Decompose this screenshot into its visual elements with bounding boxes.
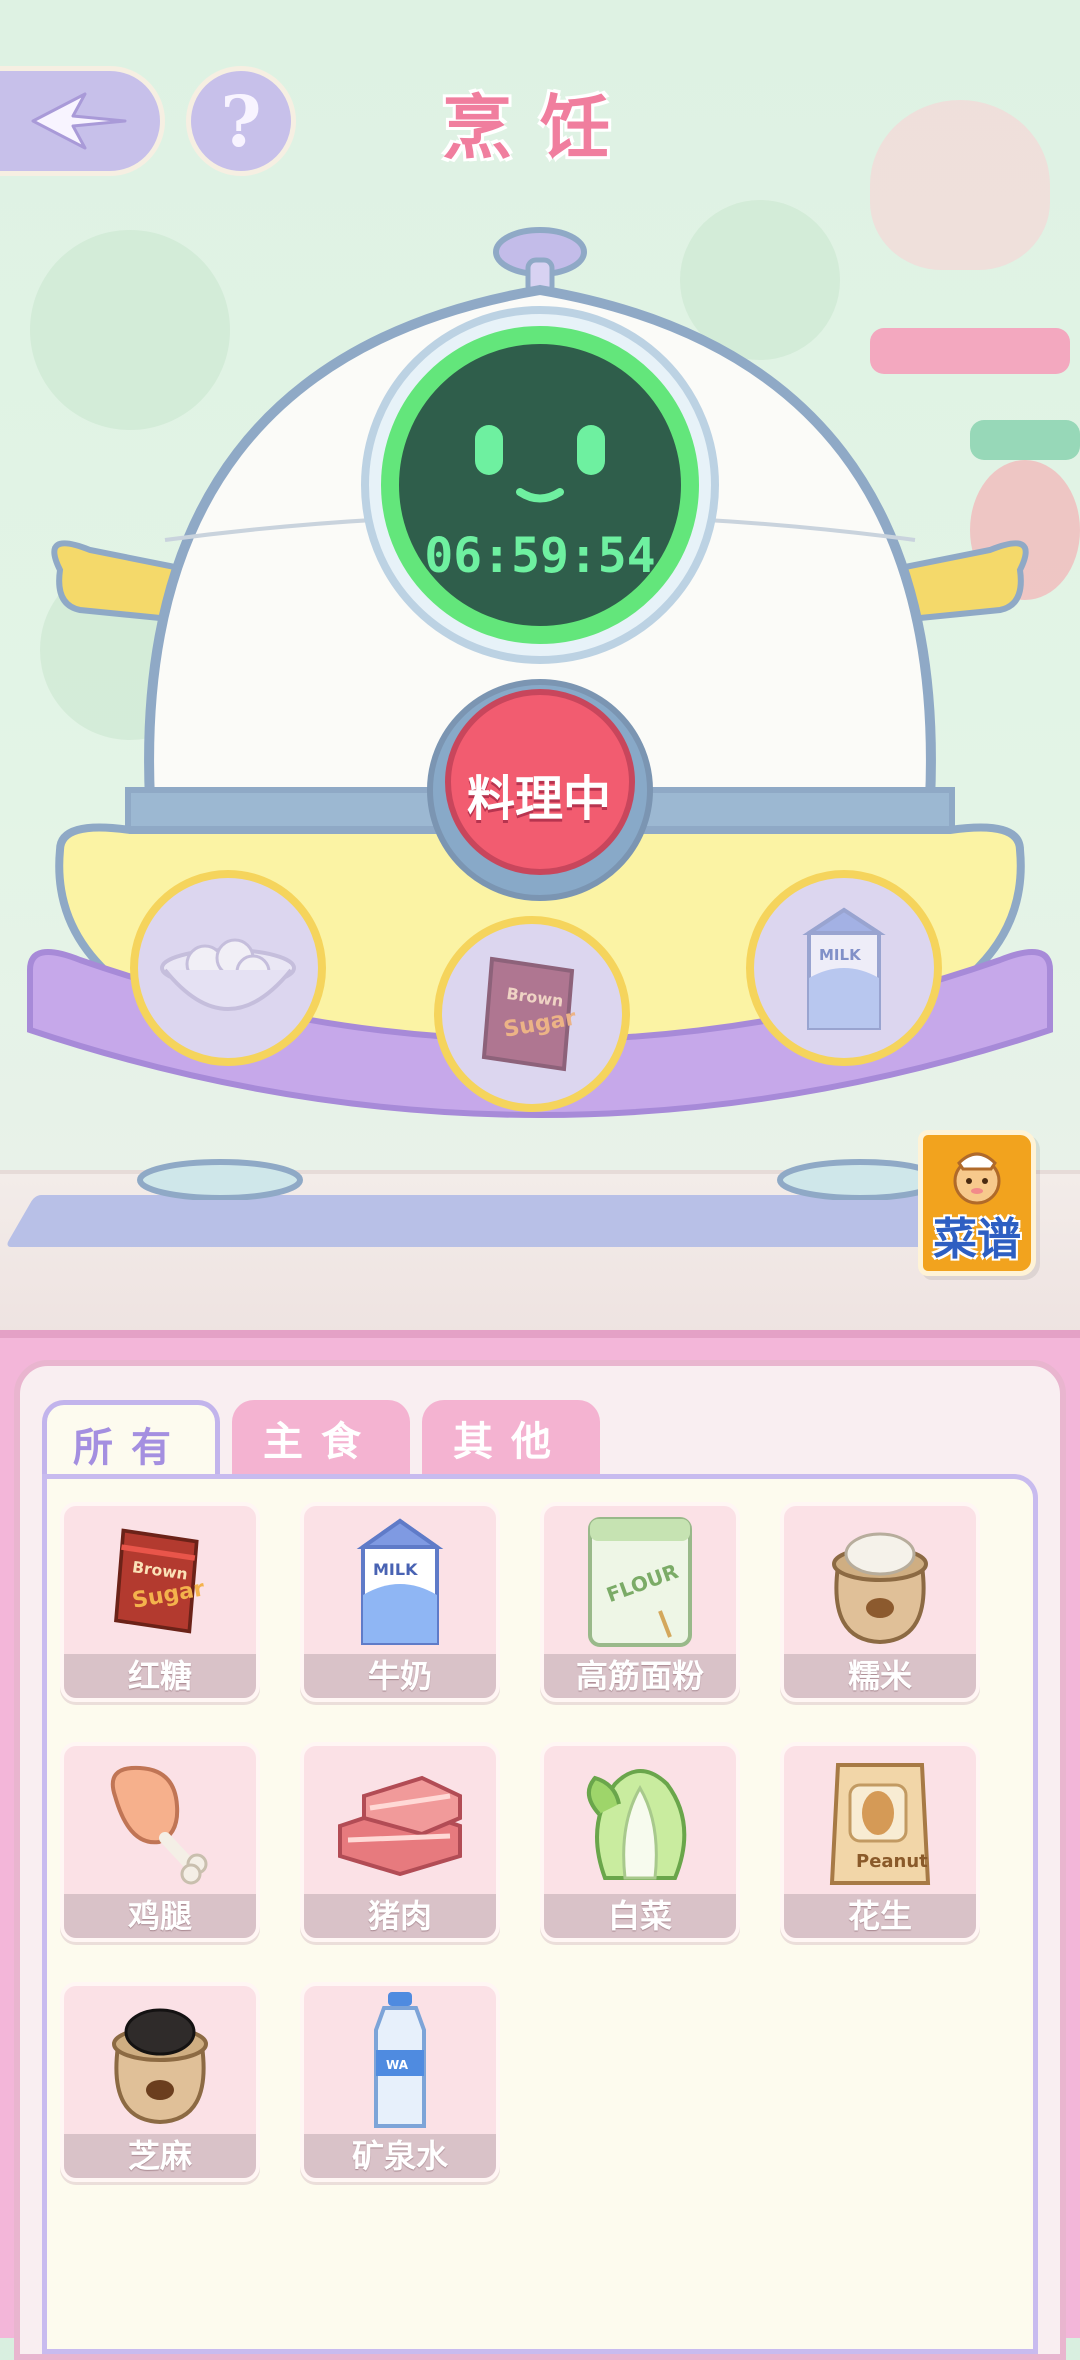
back-button[interactable] <box>0 66 165 176</box>
peanut-text: Peanut <box>856 1851 928 1872</box>
ingredient-name: 猪肉 <box>304 1894 496 1938</box>
chef-hamster-icon <box>953 1152 1001 1205</box>
ingredient-item[interactable]: 鸡腿 <box>60 1742 260 1942</box>
cabbage-icon <box>587 1769 687 1880</box>
ingredient-item[interactable]: FLOUR 高筋面粉 <box>540 1502 740 1702</box>
ingredient-item[interactable]: Peanut 花生 <box>780 1742 980 1942</box>
ingredient-item[interactable]: WA 矿泉水 <box>300 1982 500 2182</box>
milk-text: MILK <box>373 1560 418 1579</box>
chicken-leg-icon <box>110 1765 208 1885</box>
ingredient-name: 白菜 <box>544 1894 736 1938</box>
ingredient-name: 芝麻 <box>64 2134 256 2178</box>
back-arrow-icon <box>31 92 127 150</box>
ingredient-name: 鸡腿 <box>64 1894 256 1938</box>
recipe-book-label: 菜谱 <box>933 1214 1021 1265</box>
pork-icon <box>338 1775 462 1876</box>
rice-balls-bowl-icon <box>160 938 296 1011</box>
brown-sugar-icon: Brown Sugar <box>114 1528 207 1634</box>
ingredient-name: 牛奶 <box>304 1654 496 1698</box>
sesame-sack-icon <box>112 2008 208 2125</box>
ingredient-item[interactable]: MILK 牛奶 <box>300 1502 500 1702</box>
tab-all[interactable]: 所有 <box>42 1400 220 1482</box>
brown-sugar-icon: Brown Sugar <box>481 956 578 1072</box>
ingredient-name: 糯米 <box>784 1654 976 1698</box>
ingredient-item[interactable]: 糯米 <box>780 1502 980 1702</box>
ingredient-name: 花生 <box>784 1894 976 1938</box>
ingredient-name: 矿泉水 <box>304 2134 496 2178</box>
ingredient-item[interactable]: Brown Sugar 红糖 <box>60 1502 260 1702</box>
milk-text: MILK <box>819 946 862 964</box>
water-bottle-icon: WA <box>374 1992 426 2128</box>
page-title: 烹饪 <box>442 86 638 169</box>
cooker-slot-1[interactable] <box>130 870 326 1066</box>
help-button[interactable]: ? <box>186 66 296 176</box>
cooking-status-button[interactable]: 料理中 <box>448 714 630 874</box>
recipe-book-button[interactable]: 菜谱 <box>918 1130 1036 1276</box>
flour-bag-icon: FLOUR <box>588 1517 692 1647</box>
rice-sack-icon <box>832 1532 928 1645</box>
ingredient-item[interactable]: 芝麻 <box>60 1982 260 2182</box>
milk-carton-icon: MILK <box>802 907 886 1030</box>
ingredient-item[interactable]: 白菜 <box>540 1742 740 1942</box>
ingredient-name: 高筋面粉 <box>544 1654 736 1698</box>
floor-mat <box>4 1195 956 1247</box>
ingredient-item[interactable]: 猪肉 <box>300 1742 500 1942</box>
cooker-slot-2[interactable]: Brown Sugar <box>434 916 630 1112</box>
tab-other[interactable]: 其他 <box>422 1400 600 1476</box>
cook-timer: 06:59:54 <box>424 528 656 584</box>
milk-carton-icon: MILK <box>356 1518 444 1645</box>
cooker-slot-3[interactable]: MILK <box>746 870 942 1066</box>
help-icon: ? <box>220 79 262 163</box>
water-text: WA <box>386 2058 409 2072</box>
peanut-bag-icon: Peanut <box>829 1763 931 1885</box>
tab-staple[interactable]: 主食 <box>232 1400 410 1476</box>
ingredient-name: 红糖 <box>64 1654 256 1698</box>
